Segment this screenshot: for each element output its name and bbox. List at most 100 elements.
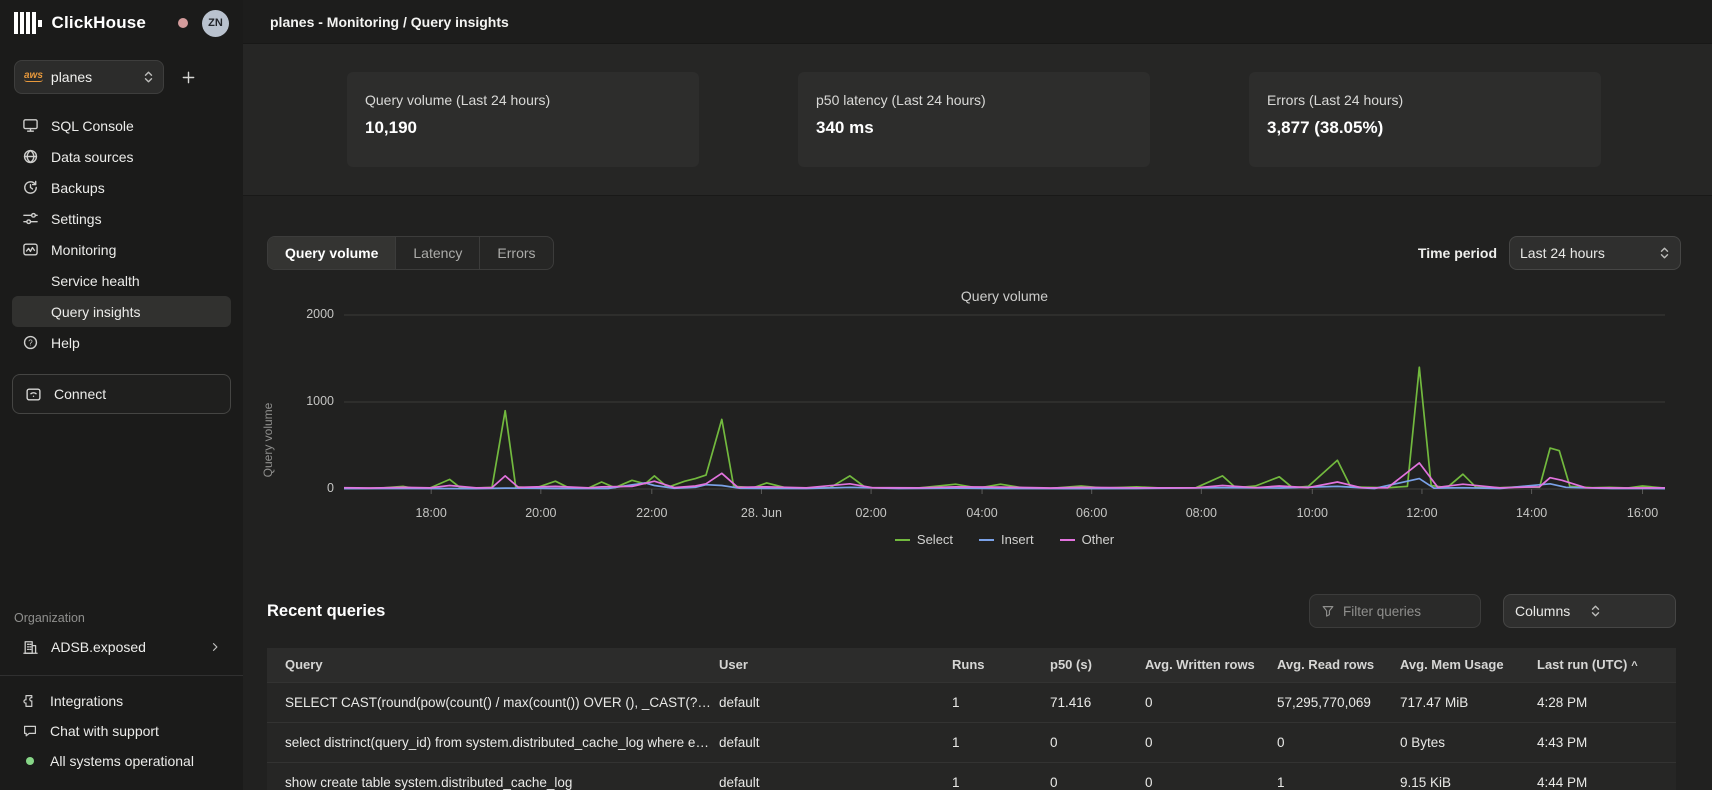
col-header-user[interactable]: User xyxy=(719,648,952,682)
organization-section-label: Organization xyxy=(14,611,229,625)
organization-item[interactable]: ADSB.exposed xyxy=(14,631,229,663)
filter-queries-box[interactable] xyxy=(1309,594,1481,628)
sidebar-item-data-sources[interactable]: Data sources xyxy=(12,141,231,172)
sidebar-item-settings[interactable]: Settings xyxy=(12,203,231,234)
add-service-button[interactable] xyxy=(174,63,202,91)
globe-icon xyxy=(22,148,39,165)
chevron-right-icon xyxy=(209,641,221,653)
stat-card-p50-latency: p50 latency (Last 24 hours) 340 ms xyxy=(798,72,1150,167)
stat-label: Query volume (Last 24 hours) xyxy=(365,92,681,108)
connect-button-label: Connect xyxy=(54,386,106,402)
breadcrumb: planes - Monitoring / Query insights xyxy=(270,14,509,30)
table-row[interactable]: show create table system.distributed_cac… xyxy=(267,762,1676,790)
cell-user: default xyxy=(719,682,952,722)
col-header-runs[interactable]: Runs xyxy=(952,648,1050,682)
cell-avg-read: 57,295,770,069 xyxy=(1277,682,1400,722)
help-circle-icon: ? xyxy=(22,334,39,351)
cell-query: SELECT CAST(round(pow(count() / max(coun… xyxy=(267,682,719,722)
sidebar-item-service-health[interactable]: Service health xyxy=(12,265,231,296)
organization-section: Organization ADSB.exposed xyxy=(0,611,243,663)
sidebar-item-backups[interactable]: Backups xyxy=(12,172,231,203)
cell-last-run: 4:43 PM xyxy=(1537,722,1676,762)
sidebar-item-monitoring[interactable]: Monitoring xyxy=(12,234,231,265)
chart-tabs: Query volume Latency Errors xyxy=(267,236,554,270)
status-ok-dot-icon xyxy=(26,757,34,765)
service-selector-row: aws planes xyxy=(0,46,243,104)
col-header-avg-read[interactable]: Avg. Read rows xyxy=(1277,648,1400,682)
sidebar-item-label: Query insights xyxy=(51,304,140,320)
building-icon xyxy=(22,639,39,656)
system-status-item[interactable]: All systems operational xyxy=(0,746,243,776)
cell-p50: 71.416 xyxy=(1050,682,1145,722)
sort-asc-icon: ^ xyxy=(1631,660,1637,672)
legend-swatch-icon xyxy=(1060,539,1075,541)
top-bar: planes - Monitoring / Query insights xyxy=(243,0,1712,44)
legend-item-select[interactable]: Select xyxy=(895,532,953,547)
cell-last-run: 4:44 PM xyxy=(1537,762,1676,790)
service-select[interactable]: aws planes xyxy=(14,60,164,94)
legend-label: Select xyxy=(917,532,953,547)
stat-value: 10,190 xyxy=(365,118,681,138)
cell-avg-mem: 717.47 MiB xyxy=(1400,682,1537,722)
time-period-label: Time period xyxy=(1418,245,1497,261)
chevron-updown-icon xyxy=(1659,246,1670,260)
columns-select[interactable]: Columns xyxy=(1503,594,1676,628)
cell-runs: 1 xyxy=(952,682,1050,722)
cell-avg-written: 0 xyxy=(1145,682,1277,722)
x-tick-label: 04:00 xyxy=(966,506,997,520)
time-period-select[interactable]: Last 24 hours xyxy=(1509,236,1681,270)
table-row[interactable]: select distrinct(query_id) from system.d… xyxy=(267,722,1676,762)
history-clock-icon xyxy=(22,179,39,196)
cell-user: default xyxy=(719,722,952,762)
legend-swatch-icon xyxy=(895,539,910,541)
stat-card-errors: Errors (Last 24 hours) 3,877 (38.05%) xyxy=(1249,72,1601,167)
sliders-icon xyxy=(22,210,39,227)
sidebar-item-label: Data sources xyxy=(51,149,133,165)
stat-label: Errors (Last 24 hours) xyxy=(1267,92,1583,108)
chevron-updown-icon xyxy=(143,70,154,84)
aws-icon: aws xyxy=(24,70,43,82)
col-header-query[interactable]: Query xyxy=(267,648,719,682)
sidebar-item-label: Monitoring xyxy=(51,242,116,258)
table-row[interactable]: SELECT CAST(round(pow(count() / max(coun… xyxy=(267,682,1676,722)
chart-plot[interactable] xyxy=(344,300,1665,500)
tab-query-volume[interactable]: Query volume xyxy=(268,237,396,269)
sidebar-item-label: Help xyxy=(51,335,80,351)
legend-item-other[interactable]: Other xyxy=(1060,532,1115,547)
x-tick-label: 10:00 xyxy=(1297,506,1328,520)
tab-latency[interactable]: Latency xyxy=(396,237,480,269)
connect-button[interactable]: Connect xyxy=(12,374,231,414)
cell-p50: 0 xyxy=(1050,762,1145,790)
puzzle-icon xyxy=(22,693,38,709)
legend-item-insert[interactable]: Insert xyxy=(979,532,1034,547)
x-tick-label: 02:00 xyxy=(855,506,886,520)
sidebar: ClickHouse ZN aws planes SQL Console xyxy=(0,0,243,790)
tab-errors[interactable]: Errors xyxy=(480,237,552,269)
cell-p50: 0 xyxy=(1050,722,1145,762)
sidebar-item-integrations[interactable]: Integrations xyxy=(0,686,243,716)
sidebar-item-chat-support[interactable]: Chat with support xyxy=(0,716,243,746)
query-volume-chart: Query volume Query volume 010002000 18:0… xyxy=(267,280,1676,550)
content-area: Query volume Latency Errors Time period … xyxy=(243,196,1712,790)
sidebar-item-help[interactable]: ? Help xyxy=(12,327,231,358)
filter-queries-input[interactable] xyxy=(1343,604,1453,619)
clickhouse-logo-icon xyxy=(14,12,42,34)
cell-user: default xyxy=(719,762,952,790)
legend-label: Insert xyxy=(1001,532,1034,547)
x-tick-label: 22:00 xyxy=(636,506,667,520)
sidebar-item-label: Backups xyxy=(51,180,105,196)
brand-name: ClickHouse xyxy=(52,13,147,33)
col-header-p50[interactable]: p50 (s) xyxy=(1050,648,1145,682)
stat-value: 340 ms xyxy=(816,118,1132,138)
sidebar-item-label: SQL Console xyxy=(51,118,134,134)
col-header-avg-written[interactable]: Avg. Written rows xyxy=(1145,648,1277,682)
col-header-last-run[interactable]: Last run (UTC)^ xyxy=(1537,648,1676,682)
cell-last-run: 4:28 PM xyxy=(1537,682,1676,722)
col-header-avg-mem[interactable]: Avg. Mem Usage xyxy=(1400,648,1537,682)
sidebar-item-sql-console[interactable]: SQL Console xyxy=(12,110,231,141)
sidebar-divider xyxy=(0,675,243,676)
sidebar-item-query-insights[interactable]: Query insights xyxy=(12,296,231,327)
service-select-value: planes xyxy=(51,69,135,85)
avatar[interactable]: ZN xyxy=(202,10,229,37)
columns-select-value: Columns xyxy=(1515,603,1590,619)
